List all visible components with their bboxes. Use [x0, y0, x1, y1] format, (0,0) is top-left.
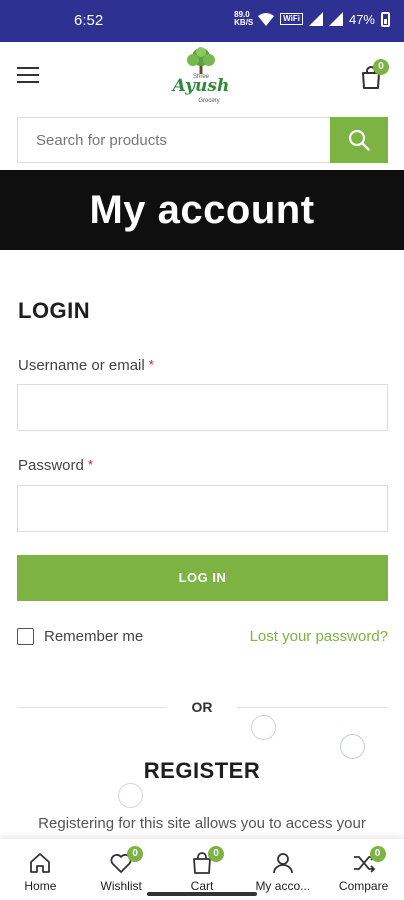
password-field[interactable] [17, 485, 388, 532]
username-label: Username or email * [18, 357, 154, 374]
status-time: 6:52 [74, 12, 104, 29]
wifi-icon [258, 12, 275, 26]
remember-me-checkbox[interactable] [17, 628, 34, 645]
nav-wishlist[interactable]: 0 Wishlist [81, 839, 162, 900]
nav-label: My acco... [255, 879, 311, 893]
page-title-banner: My account [0, 170, 404, 250]
username-field[interactable] [17, 384, 388, 431]
logo-name: Ayush [172, 76, 230, 96]
search-button[interactable] [330, 117, 388, 163]
remember-me[interactable]: Remember me [17, 628, 143, 645]
search-input[interactable] [18, 118, 330, 162]
login-title: LOGIN [18, 298, 91, 323]
required-asterisk: * [148, 357, 154, 372]
divider-line-right [237, 707, 388, 708]
cart-count-badge: 0 [373, 59, 389, 75]
nav-cart[interactable]: 0 Cart [162, 839, 243, 900]
nav-compare[interactable]: 0 Compare [323, 839, 404, 900]
menu-icon[interactable] [17, 67, 39, 85]
nav-label: Cart [190, 879, 214, 893]
required-asterisk: * [87, 457, 93, 472]
status-icons: 89.0 KB/S WiFi 47% [234, 11, 390, 27]
header-cart-button[interactable]: 0 [360, 59, 389, 89]
gesture-bar[interactable] [147, 892, 257, 896]
register-description: Registering for this site allows you to … [38, 815, 366, 832]
wifi-calling-icon: WiFi [280, 13, 303, 25]
nav-label: Compare [338, 879, 389, 893]
battery-percent: 47% [348, 11, 375, 27]
logo-sub-text: Grocery [198, 98, 220, 104]
page-title: My account [89, 188, 315, 232]
decorative-circle [340, 734, 365, 759]
bottom-navigation: Home 0 Wishlist 0 Cart My acco... 0 Comp… [0, 838, 404, 900]
remember-me-label: Remember me [44, 628, 144, 645]
decorative-circle [118, 783, 143, 808]
username-label-text: Username or email [18, 357, 145, 374]
search-icon [348, 129, 370, 151]
decorative-circle [251, 715, 276, 740]
login-button[interactable]: LOG IN [17, 555, 388, 601]
lost-password-link[interactable]: Lost your password? [250, 628, 388, 645]
nav-my-account[interactable]: My acco... [242, 839, 323, 900]
register-title: REGISTER [143, 758, 261, 783]
signal-icon-2 [328, 12, 343, 26]
site-header: Shree Ayush Grocery 0 [0, 42, 404, 112]
user-icon [272, 853, 293, 874]
home-icon [30, 853, 51, 873]
battery-icon [381, 11, 390, 27]
site-logo[interactable]: Shree Ayush Grocery [166, 47, 236, 107]
nav-label: Wishlist [100, 879, 142, 893]
search-bar [17, 117, 388, 163]
tree-logo-icon [187, 47, 215, 74]
cart-count-badge: 0 [207, 846, 224, 862]
signal-icon [308, 12, 323, 26]
nav-label: Home [24, 879, 57, 893]
data-rate-indicator: 89.0 KB/S [234, 10, 254, 27]
status-bar: 6:52 89.0 KB/S WiFi 47% [0, 0, 404, 42]
password-label-text: Password [18, 457, 84, 474]
compare-count-badge: 0 [369, 846, 386, 862]
wishlist-count-badge: 0 [127, 846, 144, 862]
nav-home[interactable]: Home [0, 839, 81, 900]
password-label: Password * [18, 457, 93, 474]
